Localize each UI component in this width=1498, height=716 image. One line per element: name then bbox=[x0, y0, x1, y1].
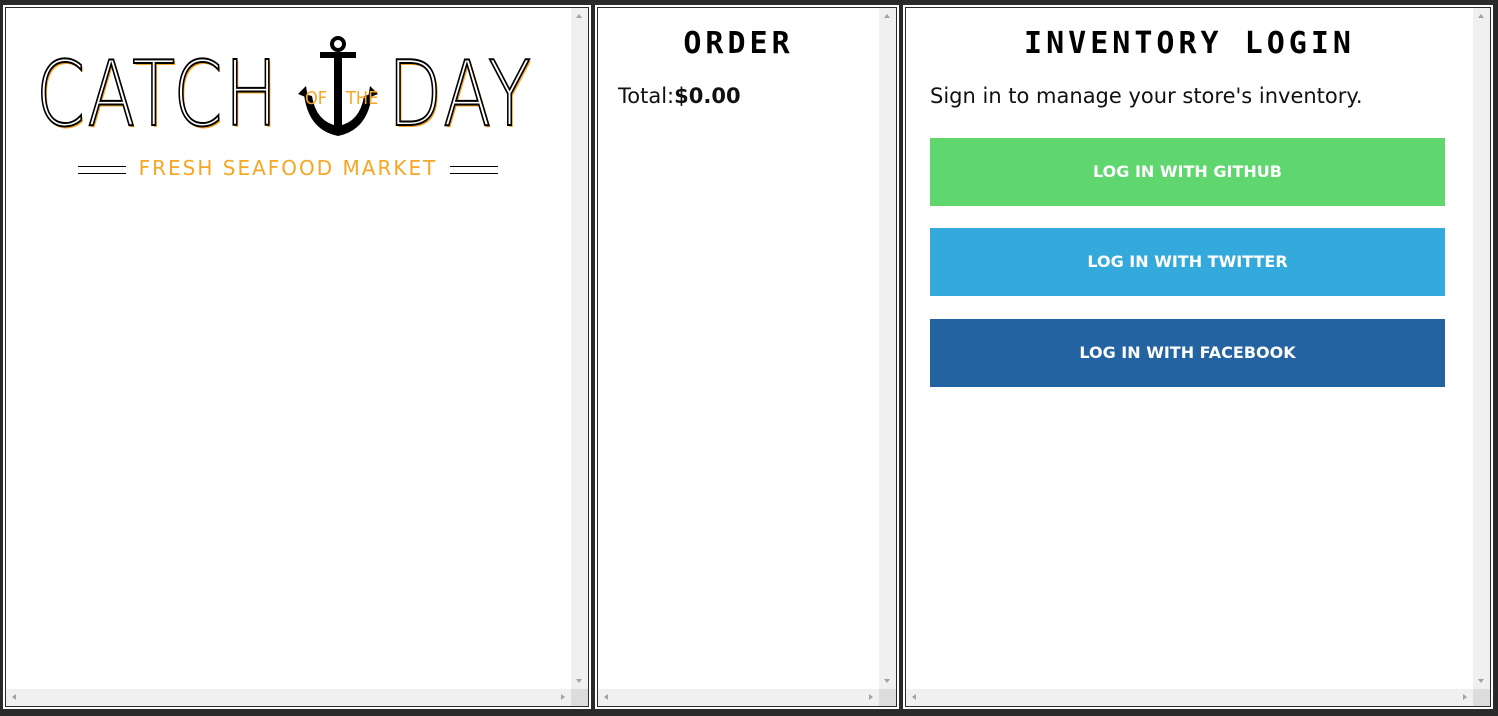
order-panel: ORDER Total:$0.00 bbox=[594, 4, 900, 710]
order-panel-content: ORDER Total:$0.00 bbox=[598, 8, 896, 706]
order-total-value: $0.00 bbox=[674, 84, 741, 108]
inventory-horizontal-scrollbar[interactable] bbox=[906, 689, 1473, 706]
scroll-right-arrow-icon[interactable] bbox=[1463, 694, 1467, 700]
inventory-login-title: INVENTORY LOGIN bbox=[1024, 26, 1355, 61]
scroll-corner bbox=[879, 689, 896, 706]
order-title: ORDER bbox=[683, 26, 794, 61]
inventory-panel: INVENTORY LOGIN Sign in to manage your s… bbox=[902, 4, 1494, 710]
order-horizontal-scrollbar[interactable] bbox=[598, 689, 879, 706]
github-login-button[interactable]: LOG IN WITH GITHUB bbox=[930, 138, 1445, 206]
app-window: CATCH OF THE DAY FRESH SEAFOOD MARKET OR… bbox=[0, 0, 1498, 716]
scroll-down-arrow-icon[interactable] bbox=[576, 679, 582, 683]
inventory-login-description: Sign in to manage your store's inventory… bbox=[930, 84, 1363, 108]
menu-horizontal-scrollbar[interactable] bbox=[6, 689, 571, 706]
facebook-login-button[interactable]: LOG IN WITH FACEBOOK bbox=[930, 319, 1445, 387]
scroll-left-arrow-icon[interactable] bbox=[12, 694, 16, 700]
twitter-login-button[interactable]: LOG IN WITH TWITTER bbox=[930, 228, 1445, 296]
scroll-right-arrow-icon[interactable] bbox=[869, 694, 873, 700]
inventory-panel-content: INVENTORY LOGIN Sign in to manage your s… bbox=[906, 8, 1490, 706]
scroll-down-arrow-icon[interactable] bbox=[884, 679, 890, 683]
scroll-down-arrow-icon[interactable] bbox=[1478, 679, 1484, 683]
order-total: Total:$0.00 bbox=[618, 84, 741, 108]
catch-of-the-day-logo: CATCH OF THE DAY FRESH SEAFOOD MARKET bbox=[35, 36, 534, 186]
tagline-rule-left bbox=[78, 166, 126, 174]
scroll-right-arrow-icon[interactable] bbox=[561, 694, 565, 700]
logo-word-of: OF bbox=[305, 88, 328, 109]
scroll-up-arrow-icon[interactable] bbox=[884, 14, 890, 18]
logo-tagline: FRESH SEAFOOD MARKET bbox=[138, 156, 438, 180]
scroll-left-arrow-icon[interactable] bbox=[912, 694, 916, 700]
scroll-corner bbox=[1473, 689, 1490, 706]
order-vertical-scrollbar[interactable] bbox=[879, 8, 896, 689]
tagline-rule-right bbox=[450, 166, 498, 174]
scroll-up-arrow-icon[interactable] bbox=[1478, 14, 1484, 18]
menu-panel: CATCH OF THE DAY FRESH SEAFOOD MARKET bbox=[2, 4, 592, 710]
logo-tagline-row: FRESH SEAFOOD MARKET bbox=[78, 154, 498, 184]
logo-word-day: DAY bbox=[387, 42, 534, 147]
menu-panel-content: CATCH OF THE DAY FRESH SEAFOOD MARKET bbox=[6, 8, 588, 706]
scroll-corner bbox=[571, 689, 588, 706]
menu-vertical-scrollbar[interactable] bbox=[571, 8, 588, 689]
order-total-label: Total: bbox=[618, 84, 675, 108]
inventory-vertical-scrollbar[interactable] bbox=[1473, 8, 1490, 689]
scroll-up-arrow-icon[interactable] bbox=[576, 14, 582, 18]
scroll-left-arrow-icon[interactable] bbox=[604, 694, 608, 700]
logo-word-catch: CATCH bbox=[35, 42, 280, 147]
logo-word-the: THE bbox=[346, 88, 379, 109]
